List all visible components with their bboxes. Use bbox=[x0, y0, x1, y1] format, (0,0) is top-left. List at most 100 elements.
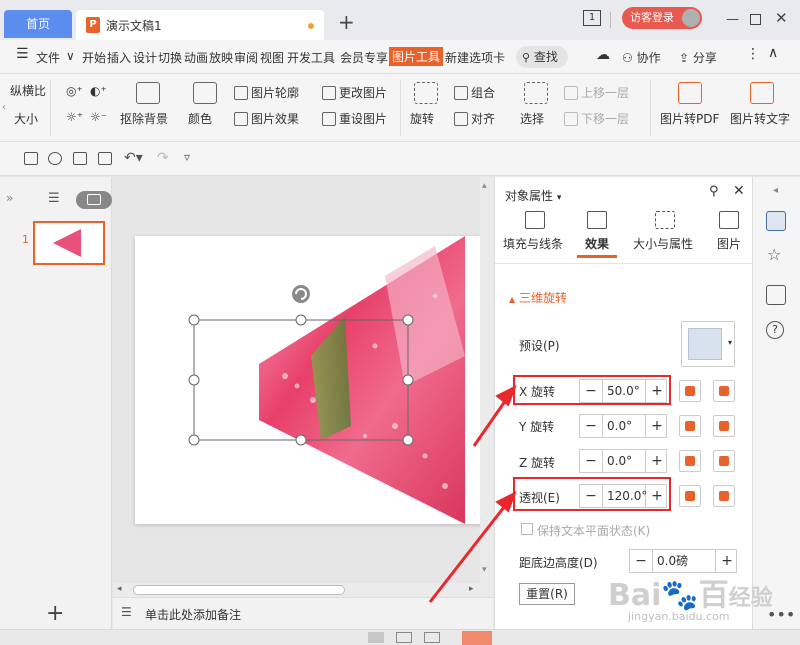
menu-file[interactable]: 文件 bbox=[36, 49, 60, 66]
reset-button[interactable]: 重置(R) bbox=[519, 583, 575, 605]
send-backward-button[interactable]: 下移一层 bbox=[564, 110, 629, 127]
slideshow-button[interactable] bbox=[462, 631, 492, 645]
decrement-button[interactable]: − bbox=[630, 550, 652, 572]
tab-home[interactable]: 首页 bbox=[4, 10, 72, 38]
view-reading-icon[interactable] bbox=[424, 632, 440, 643]
decrement-button[interactable]: − bbox=[580, 415, 602, 437]
rotate-left-x-button[interactable] bbox=[679, 380, 701, 402]
scroll-right-icon[interactable]: ▸ bbox=[469, 584, 474, 594]
reset-picture-button[interactable]: 重设图片 bbox=[322, 110, 387, 127]
rotate-right-x-button[interactable] bbox=[713, 380, 735, 402]
rotate-cw-z-button[interactable] bbox=[679, 450, 701, 472]
notes-area[interactable]: ☰ 单击此处添加备注 bbox=[113, 597, 493, 629]
menu-devtools[interactable]: 开发工具 bbox=[287, 49, 335, 66]
chevron-down-icon[interactable]: ∨ bbox=[66, 49, 75, 63]
picture-outline-button[interactable]: 图片轮廓 bbox=[234, 84, 299, 101]
perspective-increase-button[interactable] bbox=[679, 485, 701, 507]
vertical-scrollbar[interactable]: ▴ ▾ bbox=[480, 177, 493, 597]
select-button[interactable]: 选择 bbox=[520, 110, 544, 127]
pin-icon[interactable]: ⚲ bbox=[709, 184, 719, 199]
y-rotation-stepper[interactable]: − 0.0° + bbox=[579, 414, 667, 438]
redo-icon[interactable]: ↷ bbox=[157, 150, 169, 166]
transition-icon[interactable] bbox=[766, 285, 786, 305]
menu-picture-tools[interactable]: 图片工具 bbox=[389, 47, 444, 66]
menu-slideshow[interactable]: 放映 bbox=[209, 49, 233, 66]
remove-background-button[interactable]: 抠除背景 bbox=[120, 110, 168, 127]
collab-button[interactable]: ⚇ 协作 bbox=[622, 49, 661, 66]
picture-effect-button[interactable]: 图片效果 bbox=[234, 110, 299, 127]
menu-transition[interactable]: 切换 bbox=[158, 49, 182, 66]
size-button[interactable]: 大小 bbox=[14, 110, 38, 127]
align-button[interactable]: 对齐 bbox=[454, 110, 495, 127]
rotate-button[interactable]: 旋转 bbox=[410, 110, 434, 127]
close-icon[interactable]: ✕ bbox=[775, 9, 788, 27]
search-button[interactable]: ⚲ 查找 bbox=[516, 46, 568, 68]
aspect-ratio-button[interactable]: 纵横比 bbox=[10, 82, 46, 99]
slide-thumbnail[interactable] bbox=[33, 221, 105, 265]
sidebar-collapse-icon[interactable]: ◂ bbox=[773, 185, 778, 196]
preview-icon[interactable] bbox=[98, 152, 112, 165]
menu-member[interactable]: 会员专享 bbox=[340, 49, 388, 66]
rotate-ccw-z-button[interactable] bbox=[713, 450, 735, 472]
add-slide-button[interactable]: + bbox=[46, 601, 64, 626]
print-icon[interactable] bbox=[73, 152, 87, 165]
properties-icon[interactable] bbox=[766, 211, 786, 231]
tab-picture[interactable]: 图片 bbox=[717, 235, 741, 252]
menu-design[interactable]: 设计 bbox=[133, 49, 157, 66]
section-3d-rotation[interactable]: ▲ 三维旋转 bbox=[509, 289, 567, 306]
color-button[interactable]: 颜色 bbox=[188, 110, 212, 127]
bring-forward-button[interactable]: 上移一层 bbox=[564, 84, 629, 101]
rotate-handle-icon[interactable] bbox=[292, 285, 310, 303]
cloud-icon[interactable]: ☁ bbox=[596, 47, 610, 63]
rotate-down-y-button[interactable] bbox=[713, 415, 735, 437]
brightness-down-icon[interactable]: ☼⁻ bbox=[90, 110, 107, 124]
menu-start[interactable]: 开始 bbox=[82, 49, 106, 66]
distance-value[interactable]: 0.0磅 bbox=[652, 550, 716, 572]
help-icon[interactable]: ? bbox=[766, 321, 784, 339]
new-tab-button[interactable]: + bbox=[338, 10, 355, 34]
page-indicator[interactable]: 1 bbox=[583, 10, 601, 26]
ribbon-scroll-left-icon[interactable]: ‹ bbox=[2, 102, 6, 113]
increment-button[interactable]: + bbox=[646, 450, 668, 472]
view-sorter-icon[interactable] bbox=[396, 632, 412, 643]
preset-dropdown[interactable]: ▾ bbox=[681, 321, 735, 367]
tab-size-attributes[interactable]: 大小与属性 bbox=[633, 235, 693, 252]
tab-fill-line[interactable]: 填充与线条 bbox=[503, 235, 563, 252]
export-icon[interactable] bbox=[48, 152, 62, 165]
brightness-up-icon[interactable]: ☼⁺ bbox=[66, 110, 83, 124]
picture-to-pdf-button[interactable]: 图片转PDF bbox=[660, 110, 719, 127]
undo-icon[interactable]: ↶▾ bbox=[124, 150, 143, 166]
z-rotation-stepper[interactable]: − 0.0° + bbox=[579, 449, 667, 473]
change-picture-button[interactable]: 更改图片 bbox=[322, 84, 387, 101]
menu-animation[interactable]: 动画 bbox=[184, 49, 208, 66]
increment-button[interactable]: + bbox=[646, 415, 668, 437]
decrement-button[interactable]: − bbox=[580, 450, 602, 472]
maximize-icon[interactable] bbox=[750, 14, 761, 25]
rotated-picture[interactable] bbox=[135, 236, 485, 524]
tab-effect[interactable]: 效果 bbox=[585, 235, 609, 252]
contrast-icon[interactable]: ◐⁺ bbox=[90, 84, 107, 98]
slide-view-toggle[interactable] bbox=[76, 191, 112, 209]
menu-new-tab[interactable]: 新建选项卡 bbox=[445, 49, 505, 66]
more-icon[interactable]: ⋮ bbox=[746, 46, 760, 62]
login-button[interactable]: 访客登录 bbox=[622, 7, 702, 29]
perspective-decrease-button[interactable] bbox=[713, 485, 735, 507]
scroll-down-icon[interactable]: ▾ bbox=[482, 565, 487, 575]
customize-qa-icon[interactable]: ▿ bbox=[184, 150, 190, 164]
y-rotation-value[interactable]: 0.0° bbox=[602, 415, 646, 437]
outline-view-icon[interactable]: ☰ bbox=[48, 191, 60, 206]
collapse-ribbon-icon[interactable]: ∧ bbox=[768, 45, 778, 61]
horizontal-scrollbar[interactable]: ◂ ▸ bbox=[113, 583, 480, 597]
crop-tool-icon[interactable]: ◎⁺ bbox=[66, 84, 83, 98]
view-normal-icon[interactable] bbox=[368, 632, 384, 643]
menu-view[interactable]: 视图 bbox=[260, 49, 284, 66]
menu-review[interactable]: 审阅 bbox=[234, 49, 258, 66]
close-panel-icon[interactable]: ✕ bbox=[733, 183, 745, 199]
expand-panel-icon[interactable]: » bbox=[6, 191, 13, 205]
rotate-up-y-button[interactable] bbox=[679, 415, 701, 437]
scroll-up-icon[interactable]: ▴ bbox=[482, 181, 487, 191]
save-icon[interactable] bbox=[24, 152, 38, 165]
scroll-left-icon[interactable]: ◂ bbox=[117, 584, 122, 594]
group-button[interactable]: 组合 bbox=[454, 84, 495, 101]
menu-insert[interactable]: 插入 bbox=[107, 49, 131, 66]
